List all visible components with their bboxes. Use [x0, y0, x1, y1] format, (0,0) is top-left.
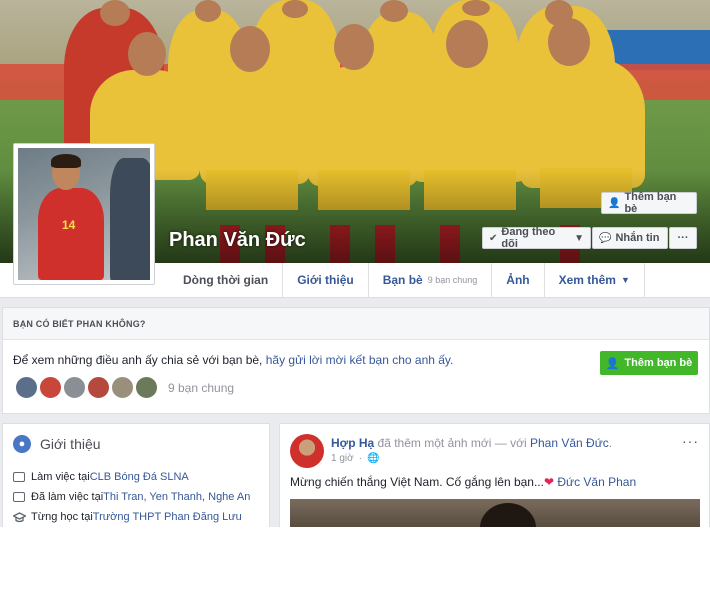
following-button[interactable]: ✔ Đang theo dõi ▼ — [482, 226, 591, 250]
add-friend-button[interactable]: 👤 Thêm bạn bè — [601, 191, 697, 215]
do-you-know-card: BẠN CÓ BIẾT PHAN KHÔNG? Để xem những điề… — [2, 307, 710, 414]
do-you-know-text: Để xem những điều anh ấy chia sẻ với bạn… — [13, 353, 453, 367]
profile-name[interactable]: Phan Văn Đức — [169, 229, 306, 252]
intro-title: ● Giới thiệu — [13, 435, 101, 453]
do-you-know-heading: BẠN CÓ BIẾT PHAN KHÔNG? — [3, 308, 709, 340]
tab-timeline[interactable]: Dòng thời gian — [155, 263, 284, 297]
tab-timeline-label: Dòng thời gian — [183, 273, 269, 287]
feed-post: Hợp Hạ đã thêm một ảnh mới — với Phan Vă… — [279, 423, 710, 527]
intro-title-label: Giới thiệu — [40, 436, 101, 452]
following-label: Đang theo dõi — [501, 226, 556, 250]
heart-icon: ❤ — [543, 475, 555, 489]
tab-more-label: Xem thêm — [558, 273, 616, 287]
post-photo[interactable] — [290, 499, 700, 527]
send-request-link[interactable]: hãy gửi lời mời kết bạn cho anh ấy. — [266, 353, 454, 367]
intro-education-link[interactable]: Trường THPT Phan Đăng Lưu — [93, 511, 242, 523]
tab-friends-mutual: 9 bạn chung — [427, 275, 478, 285]
intro-work-link[interactable]: CLB Bóng Đá SLNA — [90, 471, 189, 483]
tab-photos-label: Ảnh — [506, 273, 530, 287]
friend-avatar[interactable] — [62, 375, 87, 400]
check-icon: ✔ — [489, 232, 498, 244]
tab-about-label: Giới thiệu — [297, 273, 354, 287]
post-action-text: đã thêm một ảnh mới — với — [374, 436, 530, 450]
tab-photos[interactable]: Ảnh — [492, 263, 545, 297]
post-author-avatar[interactable] — [290, 434, 324, 468]
tab-friends-label: Bạn bè — [382, 273, 423, 287]
globe-icon: 🌐 — [367, 453, 380, 464]
friend-avatar[interactable] — [110, 375, 135, 400]
graduation-cap-icon — [12, 512, 27, 523]
tab-friends[interactable]: Bạn bè 9 bạn chung — [369, 263, 493, 297]
intro-work: Làm việc tại CLB Bóng Đá SLNA — [13, 471, 189, 483]
intro-education: Từng học tại Trường THPT Phan Đăng Lưu — [12, 511, 242, 523]
add-friend-icon: 👤 — [608, 197, 621, 209]
tab-more[interactable]: Xem thêm ▼ — [545, 263, 645, 297]
messenger-icon: 💬 — [599, 232, 612, 244]
message-label: Nhắn tin — [615, 232, 660, 244]
briefcase-icon — [13, 472, 25, 482]
briefcase-icon — [13, 492, 25, 502]
post-options-button[interactable]: ··· — [682, 433, 699, 449]
post-header: Hợp Hạ đã thêm một ảnh mới — với Phan Vă… — [331, 436, 612, 450]
more-options-label: ··· — [677, 232, 689, 244]
post-author-name[interactable]: Hợp Hạ — [331, 436, 374, 450]
separator-dot: · — [358, 453, 363, 464]
intro-work-text: Làm việc tại — [31, 471, 90, 483]
add-friend-green-button[interactable]: 👤 Thêm bạn bè — [600, 351, 698, 375]
mutual-friends-count[interactable]: 9 bạn chung — [168, 381, 234, 395]
jersey-number: 14 — [62, 218, 76, 232]
post-text-body: Mừng chiến thắng Việt Nam. Cố gắng lên b… — [290, 475, 544, 489]
post-timestamp[interactable]: 1 giờ — [331, 453, 354, 464]
more-options-button[interactable]: ··· — [669, 227, 697, 249]
post-mention[interactable]: Đức Văn Phan — [557, 475, 636, 489]
add-friend-icon: 👤 — [605, 357, 620, 370]
intro-education-text: Từng học tại — [31, 511, 93, 523]
intro-card: ● Giới thiệu Làm việc tại CLB Bóng Đá SL… — [2, 423, 270, 527]
do-you-know-text-body: Để xem những điều anh ấy chia sẻ với bạn… — [13, 353, 266, 367]
intro-past-work: Đã làm việc tại Thi Tran, Yen Thanh, Ngh… — [13, 491, 250, 503]
friend-avatar[interactable] — [134, 375, 159, 400]
chevron-down-icon: ▼ — [620, 275, 630, 285]
profile-picture[interactable]: 14 — [13, 143, 155, 285]
post-text: Mừng chiến thắng Việt Nam. Cố gắng lên b… — [290, 475, 636, 489]
intro-past-work-link[interactable]: Thi Tran, Yen Thanh, Nghe An — [103, 491, 250, 503]
post-tagged-user[interactable]: Phan Văn Đức — [530, 436, 609, 450]
profile-page: 14 Phan Văn Đức 👤 Thêm bạn bè ✔ Đang the… — [0, 0, 710, 527]
chevron-down-icon: ▼ — [574, 232, 584, 244]
add-friend-green-label: Thêm bạn bè — [624, 357, 693, 369]
message-button[interactable]: 💬 Nhắn tin — [592, 227, 668, 249]
intro-past-work-text: Đã làm việc tại — [31, 491, 104, 503]
friend-avatar[interactable] — [38, 375, 63, 400]
add-friend-label: Thêm bạn bè — [624, 191, 677, 215]
tab-about[interactable]: Giới thiệu — [283, 263, 369, 297]
profile-tabs: Dòng thời gian Giới thiệu Bạn bè 9 bạn c… — [155, 263, 710, 298]
globe-icon: ● — [13, 435, 31, 453]
mutual-friends: 9 bạn chung — [14, 375, 234, 400]
post-header-end: . — [608, 436, 613, 450]
post-meta: 1 giờ · 🌐 — [331, 453, 379, 464]
friend-avatar[interactable] — [14, 375, 39, 400]
friend-avatar[interactable] — [86, 375, 111, 400]
